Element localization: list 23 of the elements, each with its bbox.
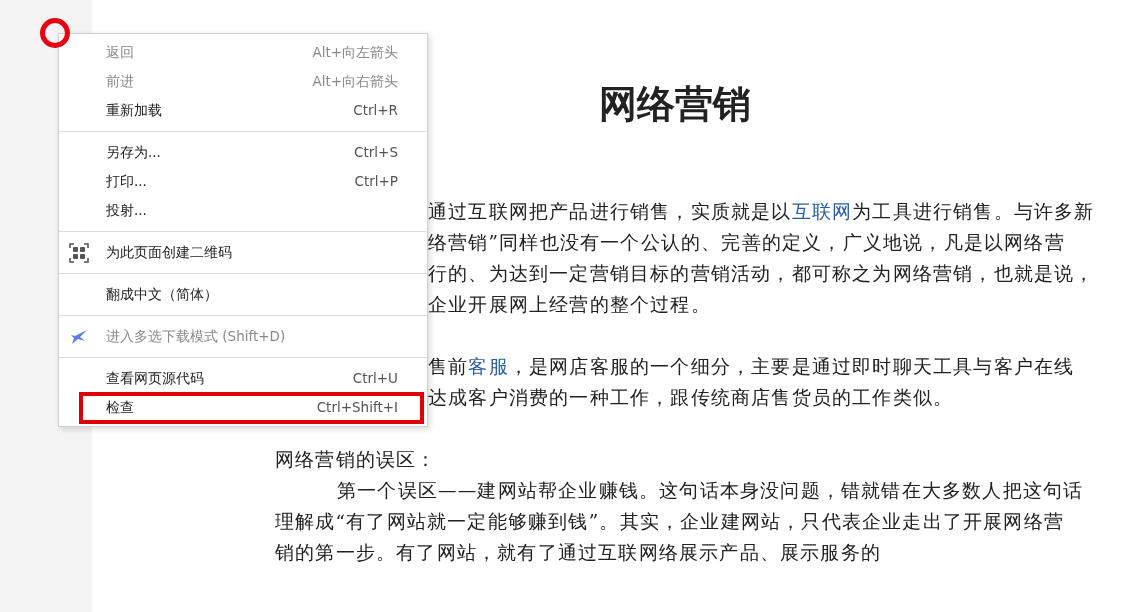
- menu-item[interactable]: 重新加载 Ctrl+R: [59, 96, 427, 125]
- paragraph-line: 达成客户消费的一种工作，跟传统商店售货员的工作类似。: [428, 387, 954, 408]
- menu-item[interactable]: 投射...: [59, 196, 427, 225]
- paragraph-line: 络营销”同样也没有一个公认的、完善的定义，广义地说，凡是以网络营: [428, 232, 1065, 253]
- text-link[interactable]: 客服: [468, 356, 509, 377]
- paragraph-line: 第一个误区——建网站帮企业赚钱。这句话本身没问题，错就错在大多数人把这句话: [337, 480, 1084, 501]
- menu-item[interactable]: 检查 Ctrl+Shift+I: [59, 393, 427, 422]
- paragraph-line: 理解成“有了网站就一定能够赚到钱”。其实，企业建网站，只代表企业走出了开展网络营: [275, 511, 1064, 532]
- menu-item[interactable]: 为此页面创建二维码: [59, 238, 427, 267]
- qr-code-icon: [69, 243, 89, 263]
- paragraph-line: 行的、为达到一定营销目标的营销活动，都可称之为网络营销，也就是说，: [428, 263, 1095, 284]
- menu-item[interactable]: 翻成中文（简体）: [59, 280, 427, 309]
- paragraph-line: 销的第一步。有了网站，就有了通过互联网络展示产品、展示服务的: [275, 542, 881, 563]
- menu-item[interactable]: 另存为... Ctrl+S: [59, 138, 427, 167]
- paragraph-line: 企业开展网上经营的整个过程。: [428, 294, 711, 315]
- paragraph-line: 通过互联网把产品进行销售，实质就是以互联网 为工具进行销售。与许多新: [428, 201, 1095, 222]
- menu-item[interactable]: 查看网页源代码 Ctrl+U: [59, 364, 427, 393]
- menu-item[interactable]: 打印... Ctrl+P: [59, 167, 427, 196]
- paragraph-line: 网络营销的误区：: [275, 449, 437, 470]
- bird-icon: [69, 327, 89, 347]
- paragraph-line: 售前客服，是网店客服的一个细分，主要是通过即时聊天工具与客户在线: [428, 356, 1075, 377]
- text-link[interactable]: 互联网: [791, 201, 853, 222]
- page-title: 网络营销: [599, 80, 751, 128]
